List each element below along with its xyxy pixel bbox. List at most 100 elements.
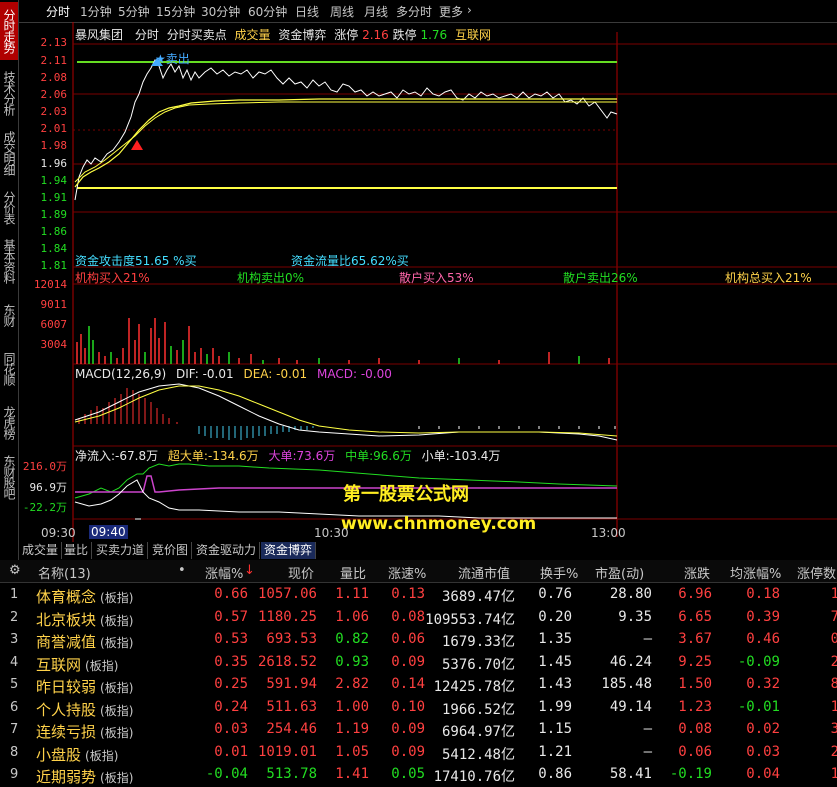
- cell-lb: 1.19: [335, 721, 369, 737]
- cell-chg: 0.35: [214, 653, 248, 670]
- side-tab-tech[interactable]: 技术分析: [0, 64, 18, 122]
- header-capital[interactable]: 资金博弈: [278, 28, 326, 42]
- col-chg[interactable]: 涨幅%: [205, 563, 243, 582]
- period-60min[interactable]: 60分钟: [248, 3, 287, 20]
- period-more[interactable]: 更多: [439, 3, 463, 20]
- col-price[interactable]: 现价: [288, 563, 314, 582]
- cell-d: 9.25: [678, 653, 712, 670]
- cell-avg: 0.39: [746, 608, 780, 625]
- row-name[interactable]: 昨日较弱 (板指): [36, 676, 133, 697]
- row-name[interactable]: 北京板块 (板指): [36, 609, 133, 630]
- row-name[interactable]: 小盘股 (板指): [36, 744, 118, 765]
- cell-avg: 0.46: [746, 631, 780, 647]
- col-speed[interactable]: 涨速%: [388, 563, 426, 582]
- period-day[interactable]: 日线: [295, 3, 319, 20]
- side-tab-lhb[interactable]: 龙虎榜: [0, 398, 18, 446]
- table-row[interactable]: 7 连续亏损 (板指) 0.03 254.46 1.19 0.09 6964.97亿 1.15 –…: [0, 719, 837, 741]
- cell-lb: 1.00: [335, 698, 369, 715]
- cell-spd: 0.09: [391, 721, 425, 737]
- row-index: 8: [10, 744, 19, 760]
- row-name[interactable]: 体育概念 (板指): [36, 586, 133, 607]
- row-name[interactable]: 个人持股 (板指): [36, 699, 133, 720]
- flow-ratio: 资金流量比65.62%买: [291, 254, 409, 268]
- side-tab-ths10[interactable]: 同花顺10: [0, 340, 18, 396]
- period-week[interactable]: 周线: [330, 3, 354, 20]
- table-row[interactable]: 3 商誉减值 (板指) 0.53 693.53 0.82 0.06 1679.33亿 1.35 –…: [0, 629, 837, 651]
- inst-total-buy: 机构总买入21%: [725, 271, 812, 285]
- tab-bspower[interactable]: 买卖力道: [93, 542, 149, 559]
- indicator-tabs: 成交量 量比 买卖力道 竞价图 资金驱动力 资金博弈: [19, 542, 837, 560]
- col-cap[interactable]: 流通市值: [458, 563, 510, 582]
- col-pe[interactable]: 市盈(动): [595, 563, 644, 582]
- cell-d: 0.06: [678, 743, 712, 760]
- tab-capdrive[interactable]: 资金驱动力: [193, 542, 261, 559]
- side-tab-pricetable[interactable]: 分价表: [0, 184, 18, 230]
- cell-price: 513.78: [266, 766, 317, 782]
- header-bsp[interactable]: 分时买卖点: [167, 28, 227, 42]
- row-name[interactable]: 互联网 (板指): [36, 654, 118, 675]
- retail-buy: 散户买入53%: [399, 271, 474, 285]
- price-label: 1.84: [40, 242, 68, 255]
- period-1min[interactable]: 1分钟: [80, 3, 112, 20]
- watermark-url: www.chnmoney.com: [341, 514, 537, 534]
- row-index: 9: [10, 767, 19, 782]
- cell-turn: 0.20: [538, 608, 572, 625]
- side-tab-info[interactable]: 基本资料: [0, 232, 18, 290]
- side-tab-detail[interactable]: 成交明细: [0, 124, 18, 182]
- inst-sell: 机构卖出0%: [237, 271, 305, 285]
- period-bar: 分时 1分钟 5分钟 15分钟 30分钟 60分钟 日线 周线 月线 多分时 更…: [19, 0, 837, 23]
- tab-auction[interactable]: 竞价图: [149, 542, 193, 559]
- cell-chg: 0.25: [214, 676, 248, 692]
- cell-spd: 0.06: [391, 631, 425, 647]
- flow-label: 216.0万: [22, 460, 67, 473]
- period-month[interactable]: 月线: [364, 3, 388, 20]
- row-name[interactable]: 连续亏损 (板指): [36, 721, 133, 742]
- table-header: ⚙ 名称(13) • 涨幅% ↓ 现价 量比 涨速% 流通市值 换手% 市盈(动…: [0, 560, 837, 583]
- period-multi[interactable]: 多分时: [396, 3, 432, 20]
- period-15min[interactable]: 15分钟: [156, 3, 195, 20]
- tab-capgame[interactable]: 资金博弈: [261, 542, 317, 559]
- table-row[interactable]: 5 昨日较弱 (板指) 0.25 591.94 2.82 0.14 12425.78亿 1.43…: [0, 674, 837, 696]
- row-index: 4: [10, 654, 19, 670]
- table-row[interactable]: 1 体育概念 (板指) 0.66 1057.06 1.11 0.13 3689.47亿 0.76…: [0, 584, 837, 606]
- period-timeshare[interactable]: 分时: [46, 3, 70, 20]
- table-row[interactable]: 6 个人持股 (板指) 0.24 511.63 1.00 0.10 1966.52亿 1.99 4…: [0, 697, 837, 719]
- cell-zt: 2: [830, 653, 837, 670]
- cell-turn: 0.86: [538, 766, 572, 782]
- sell-marker: ★卖出: [155, 52, 190, 66]
- sector-table: ⚙ 名称(13) • 涨幅% ↓ 现价 量比 涨速% 流通市值 换手% 市盈(动…: [0, 560, 837, 786]
- row-index: 7: [10, 722, 19, 737]
- cell-pe: 49.14: [609, 698, 652, 715]
- cell-spd: 0.09: [391, 743, 425, 760]
- table-row[interactable]: 9 近期弱势 (板指) -0.04 513.78 1.41 0.05 17410.76亿 0.8…: [0, 764, 837, 786]
- cell-avg: 0.04: [746, 766, 780, 782]
- col-change[interactable]: 涨跌: [684, 563, 710, 582]
- col-avgchg[interactable]: 均涨幅%: [730, 563, 781, 582]
- side-tab-dc10[interactable]: 东财10: [0, 292, 18, 338]
- cell-zt: 1: [830, 698, 837, 715]
- col-name[interactable]: 名称(13): [38, 563, 91, 582]
- header-volume[interactable]: 成交量: [235, 28, 271, 42]
- table-row[interactable]: 2 北京板块 (板指) 0.57 1180.25 1.06 0.08 109553.74亿 0.…: [0, 607, 837, 629]
- col-turn[interactable]: 换手%: [540, 563, 578, 582]
- table-row[interactable]: 8 小盘股 (板指) 0.01 1019.01 1.05 0.09 5412.48亿 1.21 –…: [0, 742, 837, 764]
- side-tab-timeshare[interactable]: 分时走势: [0, 2, 18, 60]
- col-ztcount[interactable]: 涨停数: [797, 563, 836, 582]
- tab-volume[interactable]: 成交量: [19, 542, 63, 559]
- settings-gear-icon[interactable]: ⚙: [9, 563, 21, 578]
- period-5min[interactable]: 5分钟: [118, 3, 150, 20]
- row-index: 2: [10, 609, 19, 625]
- price-label: 2.06: [40, 88, 68, 101]
- period-30min[interactable]: 30分钟: [201, 3, 240, 20]
- chevron-right-icon[interactable]: ›: [467, 3, 472, 17]
- chart-header: 暴风集团 分时 分时买卖点 成交量 资金博弈 涨停 2.16 跌停 1.76 互…: [75, 26, 491, 43]
- side-tab-guba[interactable]: 东财股吧: [0, 448, 18, 506]
- tab-volratio[interactable]: 量比: [61, 542, 93, 559]
- table-row[interactable]: 4 互联网 (板指) 0.35 2618.52 0.93 0.09 5376.70亿 1.45 4…: [0, 652, 837, 674]
- col-volratio[interactable]: 量比: [340, 563, 366, 582]
- time-cursor: 09:40: [89, 525, 128, 539]
- row-name[interactable]: 商誉减值 (板指): [36, 631, 133, 652]
- time-label: 10:30: [314, 526, 349, 540]
- sector-link[interactable]: 互联网: [455, 28, 491, 42]
- row-index: 3: [10, 632, 19, 647]
